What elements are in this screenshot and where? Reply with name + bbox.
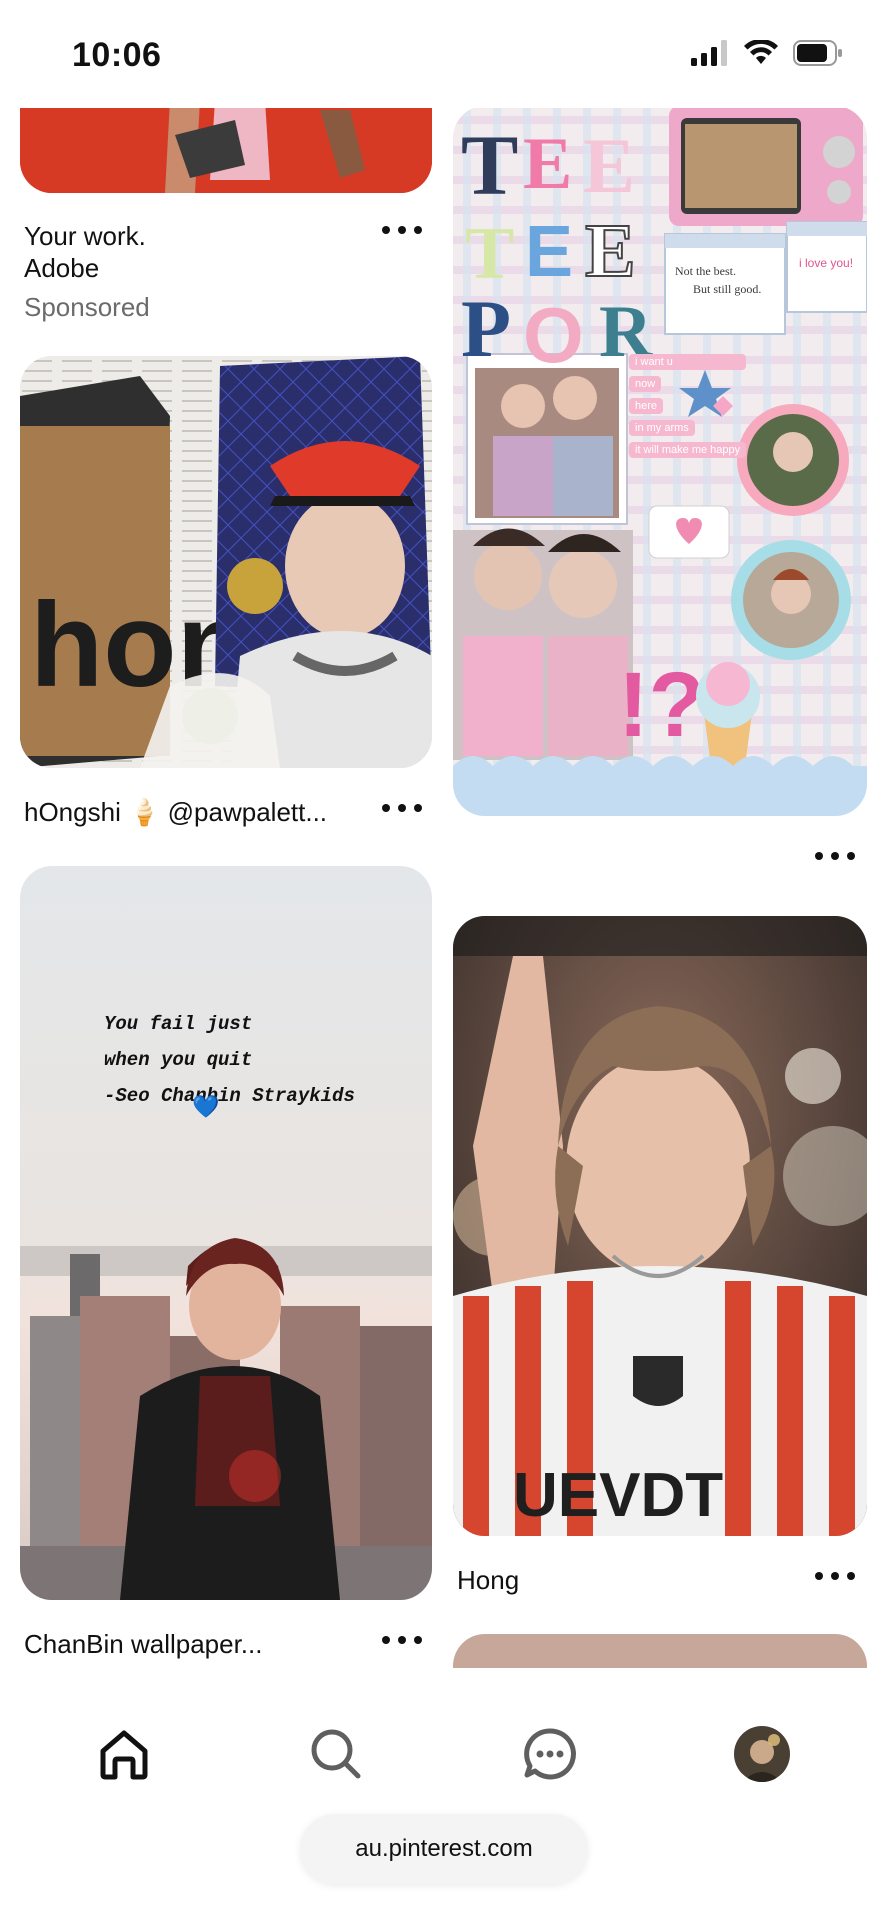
pin-title-line2: Adobe <box>24 253 100 283</box>
pin-image-hongshi[interactable]: hono <box>20 356 432 768</box>
nav-profile[interactable] <box>730 1722 794 1786</box>
svg-text:E: E <box>525 212 573 292</box>
more-options-button[interactable] <box>382 798 422 818</box>
collage-window-text-2: But still good. <box>693 282 762 296</box>
battery-icon <box>793 40 842 66</box>
svg-text:UEVDT: UEVDT <box>513 1461 723 1530</box>
pin-image-collage[interactable]: !? T E E T E E P O R Not the best. But s… <box>453 106 867 816</box>
svg-text:E: E <box>583 122 635 209</box>
pin-title-line1: Your work. <box>24 221 146 251</box>
svg-text:!?: !? <box>618 654 705 756</box>
pin-partial[interactable] <box>443 1630 887 1670</box>
collage-chat-line: i want u <box>629 354 747 370</box>
pin-title: Hong <box>457 1565 520 1595</box>
hong-photo: UEVDT <box>453 916 867 1536</box>
collage-chat-line: now <box>629 376 662 392</box>
svg-text:E: E <box>523 123 572 205</box>
pin-title: hOngshi 🍦 @pawpalett... <box>24 797 328 827</box>
url-pill[interactable]: au.pinterest.com <box>300 1814 588 1884</box>
cellular-signal-icon <box>691 40 727 66</box>
pin-image-hong[interactable]: UEVDT <box>453 916 867 1536</box>
pin-chanbin[interactable]: You fail just when you quit -Seo Chanbin… <box>0 860 443 1670</box>
svg-text:P: P <box>461 283 511 374</box>
status-icons <box>691 40 843 66</box>
status-bar: 10:06 <box>0 0 887 108</box>
wifi-icon <box>744 40 778 64</box>
pin-hongshi[interactable]: hono hOngshi 🍦 @pawpalett... <box>0 350 443 840</box>
pin-feed[interactable]: Your work. Adobe Sponsored hono hOngshi … <box>0 0 887 1670</box>
home-icon <box>100 1730 148 1780</box>
nav-search[interactable] <box>304 1722 368 1786</box>
more-options-button[interactable] <box>382 1630 422 1650</box>
svg-text:E: E <box>585 209 636 293</box>
more-options-button[interactable] <box>815 1566 855 1586</box>
collage-window-text-3: i love you! <box>799 256 854 270</box>
status-time: 10:06 <box>72 36 162 74</box>
bottom-nav: au.pinterest.com <box>0 1668 887 1920</box>
pin-image-partial[interactable] <box>453 1634 867 1670</box>
hongshi-collage-photo: hono <box>20 356 432 768</box>
pin-collage[interactable]: !? T E E T E E P O R Not the best. But s… <box>443 100 887 880</box>
search-icon <box>311 1729 361 1779</box>
quote-text: You fail just when you quit -Seo Chanbin… <box>104 1013 355 1107</box>
blue-heart-icon: 💙 <box>192 1094 220 1119</box>
svg-text:O: O <box>523 291 584 379</box>
collage-window-text-1: Not the best. <box>675 264 736 278</box>
sponsored-label: Sponsored <box>24 292 150 322</box>
more-options-button[interactable] <box>815 846 855 866</box>
collage-chat-line: it will make me happy <box>629 442 747 458</box>
svg-text:T: T <box>461 117 518 213</box>
collage-photo: !? T E E T E E P O R <box>453 106 867 816</box>
collage-chat-line: here <box>629 398 664 414</box>
avatar <box>734 1726 790 1782</box>
pin-image-chanbin[interactable]: You fail just when you quit -Seo Chanbin… <box>20 866 432 1600</box>
more-options-button[interactable] <box>382 220 422 240</box>
collage-chat-line: in my arms <box>629 420 695 436</box>
chanbin-wallpaper-photo <box>20 866 432 1600</box>
nav-messages[interactable] <box>518 1722 582 1786</box>
pin-hong[interactable]: UEVDT Hong <box>443 910 887 1610</box>
pin-title: ChanBin wallpaper... <box>24 1629 263 1659</box>
nav-home[interactable] <box>92 1722 156 1786</box>
collage-chat-lines: i want u now here in my arms it will mak… <box>629 354 747 458</box>
chat-bubble-icon <box>524 1728 576 1780</box>
